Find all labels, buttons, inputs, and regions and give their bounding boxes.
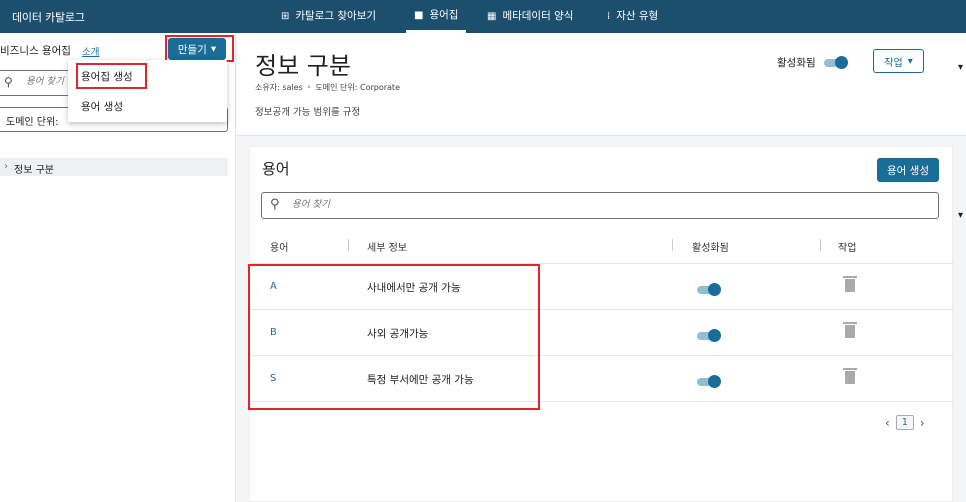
search-icon: ⚲: [270, 197, 280, 212]
terms-search[interactable]: ⚲: [261, 192, 939, 219]
column-header-term[interactable]: 용어: [270, 239, 288, 254]
tab-browse-catalog[interactable]: ⊞ 카탈로그 찾아보기: [281, 0, 376, 33]
folder-icon: ■: [414, 9, 424, 21]
action-button-label: 작업: [884, 57, 903, 69]
tab-label: 메타데이터 양식: [502, 10, 574, 22]
active-label: 활성화됨: [777, 57, 816, 69]
edge-marker: ▾: [958, 210, 964, 221]
owner-text: 소유자: sales: [255, 83, 303, 92]
column-header-actions: 작업: [838, 243, 857, 254]
action-button[interactable]: 작업 ▾: [873, 49, 924, 73]
sidebar-search-input[interactable]: [26, 76, 72, 87]
glossary-meta: 소유자: sales • 도메인 단위: Corporate: [255, 82, 400, 93]
sidebar-title: 비즈니스 용어집: [0, 45, 71, 57]
term-active-toggle[interactable]: [697, 283, 721, 296]
domain-filter-label: 도메인 단위:: [6, 117, 59, 128]
term-active-toggle[interactable]: [697, 375, 721, 388]
tree-item-label: 정보 구분: [14, 165, 54, 176]
highlight-box: [76, 63, 147, 89]
caret-down-icon: ▾: [907, 55, 913, 67]
domain-text: 도메인 단위: Corporate: [315, 83, 400, 92]
about-link[interactable]: 소개: [82, 44, 99, 58]
trash-icon[interactable]: [843, 322, 857, 338]
separator-dot: •: [306, 83, 312, 92]
highlight-box: [165, 35, 234, 62]
tab-asset-types[interactable]: ⁞ 자산 유형: [607, 0, 658, 33]
tab-metadata-forms[interactable]: ▦ 메타데이터 양식: [487, 0, 573, 33]
tab-label: 카탈로그 찾아보기: [295, 10, 377, 22]
column-divider: [820, 239, 821, 251]
chevron-right-icon[interactable]: ›: [920, 416, 925, 430]
tab-label: 자산 유형: [616, 10, 659, 22]
column-divider: [672, 239, 673, 251]
top-navigation-bar: 데이터 카탈로그 ⊞ 카탈로그 찾아보기 ■ 용어집 ▦ 메타데이터 양식 ⁞ …: [0, 0, 966, 33]
create-term-button[interactable]: 용어 생성: [877, 158, 939, 182]
page-title: 정보 구분: [255, 52, 351, 80]
asset-type-icon: ⁞: [607, 11, 611, 22]
tab-glossary[interactable]: ■ 용어집: [406, 0, 467, 33]
grid-icon: ⊞: [281, 11, 290, 22]
terms-search-input[interactable]: [292, 199, 592, 210]
tree-item-info-class[interactable]: › 정보 구분: [0, 158, 228, 176]
edge-marker: ▾: [958, 62, 964, 73]
chevron-right-icon[interactable]: ›: [4, 161, 8, 176]
terms-title: 용어: [262, 160, 290, 178]
column-header-details[interactable]: 세부 정보: [367, 239, 407, 254]
search-icon: ⚲: [4, 75, 13, 89]
glossary-active-toggle[interactable]: 활성화됨: [777, 55, 848, 70]
trash-icon[interactable]: [843, 276, 857, 292]
chevron-left-icon[interactable]: ‹: [885, 416, 890, 430]
column-header-active[interactable]: 활성화됨: [692, 239, 729, 254]
menu-item-create-term[interactable]: 용어 생성: [81, 99, 123, 114]
trash-icon[interactable]: [843, 368, 857, 384]
term-active-toggle[interactable]: [697, 329, 721, 342]
glossary-description: 정보공개 가능 범위를 규정: [255, 107, 361, 118]
app-brand[interactable]: 데이터 카탈로그: [12, 9, 85, 25]
toggle-switch[interactable]: [823, 55, 848, 69]
page-number[interactable]: 1: [895, 415, 914, 430]
highlight-box: [248, 264, 540, 410]
pagination: ‹ 1 ›: [885, 415, 925, 430]
glossary-header: 정보 구분 소유자: sales • 도메인 단위: Corporate 정보공개 …: [237, 33, 966, 136]
sidebar-search[interactable]: ⚲: [0, 70, 74, 96]
tab-label: 용어집: [429, 8, 459, 21]
metadata-icon: ▦: [487, 11, 497, 22]
column-divider: [348, 239, 349, 251]
